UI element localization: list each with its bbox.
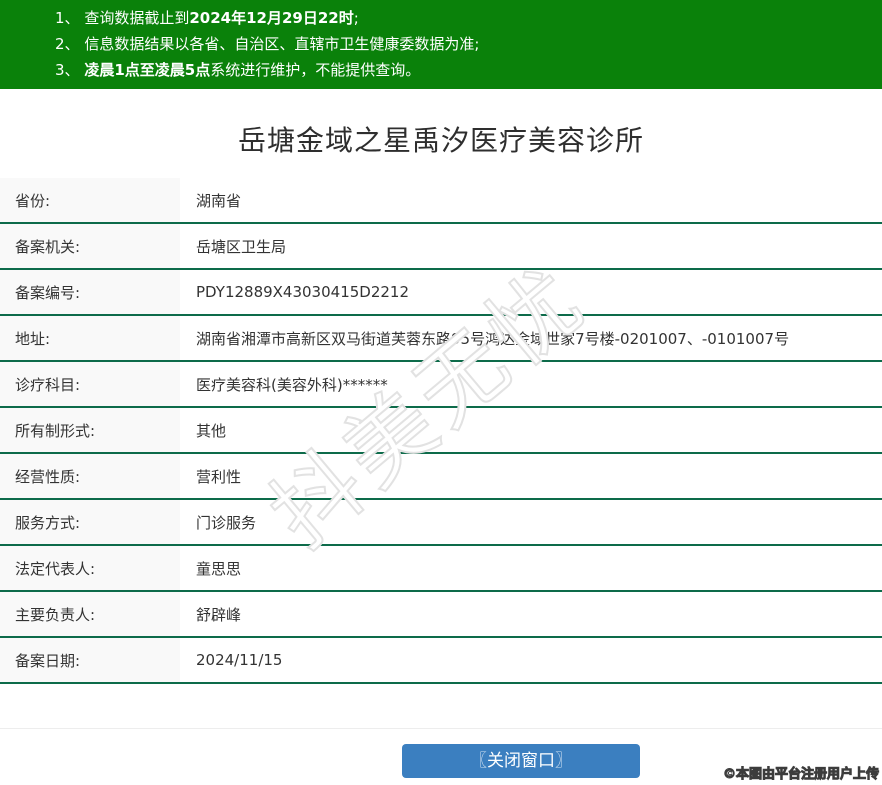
row-value: 其他 bbox=[180, 408, 882, 452]
row-value: 岳塘区卫生局 bbox=[180, 224, 882, 268]
row-value: 医疗美容科(美容外科)****** bbox=[180, 362, 882, 406]
notice-2-number: 2、 bbox=[55, 35, 80, 53]
table-row: 法定代表人: 童思思 bbox=[0, 546, 882, 592]
table-row: 主要负责人: 舒辟峰 bbox=[0, 592, 882, 638]
notice-1-number: 1、 bbox=[55, 9, 80, 27]
row-label: 所有制形式: bbox=[0, 408, 180, 452]
row-value: PDY12889X43030415D2212 bbox=[180, 270, 882, 314]
table-row: 所有制形式: 其他 bbox=[0, 408, 882, 454]
page-title: 岳塘金域之星禹汐医疗美容诊所 bbox=[237, 124, 644, 157]
row-value: 门诊服务 bbox=[180, 500, 882, 544]
notice-3-tail: 系统进行维护，不能提供查询。 bbox=[210, 61, 421, 79]
notice-line-2: 2、 信息数据结果以各省、自治区、直辖市卫生健康委数据为准; bbox=[55, 31, 872, 57]
table-row: 诊疗科目: 医疗美容科(美容外科)****** bbox=[0, 362, 882, 408]
notice-2-text: 信息数据结果以各省、自治区、直辖市卫生健康委数据为准; bbox=[84, 35, 480, 53]
row-label: 地址: bbox=[0, 316, 180, 360]
row-label: 备案机关: bbox=[0, 224, 180, 268]
notice-line-1: 1、 查询数据截止到2024年12月29日22时; bbox=[55, 5, 872, 31]
row-label: 服务方式: bbox=[0, 500, 180, 544]
row-value: 湖南省湘潭市高新区双马街道芙蓉东路95号鸿达金域世家7号楼-0201007、-0… bbox=[180, 316, 882, 360]
clinic-info-table: 省份: 湖南省 备案机关: 岳塘区卫生局 备案编号: PDY12889X4303… bbox=[0, 178, 882, 684]
notice-line-3: 3、 凌晨1点至凌晨5点系统进行维护，不能提供查询。 bbox=[55, 57, 872, 83]
row-label: 备案日期: bbox=[0, 638, 180, 682]
notice-3-number: 3、 bbox=[55, 61, 80, 79]
row-label: 法定代表人: bbox=[0, 546, 180, 590]
table-row: 备案日期: 2024/11/15 bbox=[0, 638, 882, 684]
row-value: 童思思 bbox=[180, 546, 882, 590]
row-value: 湖南省 bbox=[180, 178, 882, 222]
notice-1-tail: ; bbox=[353, 9, 359, 27]
notice-3-bold: 凌晨1点至凌晨5点 bbox=[84, 61, 211, 79]
row-value: 2024/11/15 bbox=[180, 638, 882, 682]
row-value: 舒辟峰 bbox=[180, 592, 882, 636]
table-row: 备案编号: PDY12889X43030415D2212 bbox=[0, 270, 882, 316]
table-row: 备案机关: 岳塘区卫生局 bbox=[0, 224, 882, 270]
close-window-button[interactable]: 〖关闭窗口〗 bbox=[402, 744, 640, 778]
row-label: 经营性质: bbox=[0, 454, 180, 498]
row-label: 备案编号: bbox=[0, 270, 180, 314]
table-row: 地址: 湖南省湘潭市高新区双马街道芙蓉东路95号鸿达金域世家7号楼-020100… bbox=[0, 316, 882, 362]
row-value: 营利性 bbox=[180, 454, 882, 498]
notice-1-bold: 2024年12月29日22时 bbox=[189, 9, 354, 27]
table-row: 服务方式: 门诊服务 bbox=[0, 500, 882, 546]
footer-divider bbox=[0, 728, 882, 729]
notice-bar: 1、 查询数据截止到2024年12月29日22时; 2、 信息数据结果以各省、自… bbox=[0, 0, 882, 89]
row-label: 诊疗科目: bbox=[0, 362, 180, 406]
table-row: 经营性质: 营利性 bbox=[0, 454, 882, 500]
row-label: 主要负责人: bbox=[0, 592, 180, 636]
row-label: 省份: bbox=[0, 178, 180, 222]
notice-1-text: 查询数据截止到 bbox=[84, 9, 190, 27]
upload-attribution: ©本图由平台注册用户上传 bbox=[722, 767, 879, 783]
table-row: 省份: 湖南省 bbox=[0, 178, 882, 224]
